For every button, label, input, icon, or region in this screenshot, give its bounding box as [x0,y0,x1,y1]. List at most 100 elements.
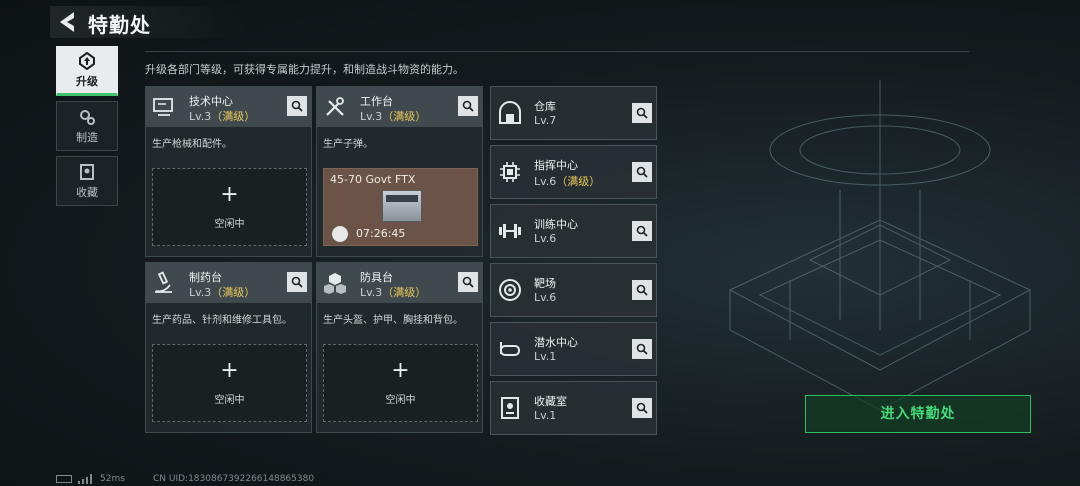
sidebar-item-label: 收藏 [76,185,98,199]
add-icon: + [391,358,410,383]
level-value: Lv.6 [534,175,557,188]
add-icon: + [220,358,239,383]
search-icon [636,402,648,414]
inspect-button[interactable] [632,103,652,123]
sidebar-item-collection[interactable]: 收藏 [56,156,118,206]
ammo-box-image [382,190,422,222]
level-value: Lv.3 [189,286,212,299]
level-value: Lv.3 [360,286,383,299]
department-description: 生产头盔、护甲、胸挂和背包。 [323,315,463,326]
sidebar-item-upgrade[interactable]: 升级 [56,46,118,96]
department-name: 工作台 [360,95,393,108]
max-level-badge: （满级） [556,175,601,188]
department-description: 生产药品、针剂和维修工具包。 [152,315,292,326]
facility-warehouse[interactable]: 仓库 Lv.7 [490,86,657,140]
level-value: Lv.6 [534,291,557,304]
upgrade-icon [79,51,95,70]
enter-hq-button[interactable]: 进入特勤处 [805,395,1031,433]
card-header: 制药台 Lv.3（满级） [146,263,311,303]
department-card-workbench[interactable]: 工作台 Lv.3（满级） 生产子弹。 45-70 Govt FTX 07:26:… [316,86,483,257]
search-icon [291,276,303,288]
max-level-badge: （满级） [382,286,427,299]
sidebar-item-craft[interactable]: 制造 [56,101,118,151]
collection-room-icon [501,397,519,419]
inspect-button[interactable] [632,162,652,182]
department-description: 生产枪械和配件。 [152,139,232,150]
department-card-tech-center[interactable]: 技术中心 Lv.3（满级） 生产枪械和配件。 + 空闲中 [145,86,312,257]
inspect-button[interactable] [632,221,652,241]
user-uid: CN UID:1830867392266148865380 [153,474,315,484]
facility-level: Lv.6（满级） [534,173,600,189]
facility-command-center[interactable]: 指挥中心 Lv.6（满级） [490,145,657,199]
facility-level: Lv.7 [534,114,556,127]
level-value: Lv.3 [189,110,212,123]
level-value: Lv.1 [534,350,557,363]
crafting-item-name: 45-70 Govt FTX [330,173,416,186]
facility-level: Lv.1 [534,409,556,422]
department-level: Lv.3（满级） [360,108,426,124]
armor-cubes-icon [324,273,346,294]
collection-icon [80,163,94,180]
production-slot[interactable]: + 空闲中 [152,344,307,422]
diving-mask-icon [500,342,520,356]
max-level-badge: （满级） [211,286,256,299]
facility-shooting-range[interactable]: 靶场 Lv.6 [490,263,657,317]
crafting-time-remaining: 07:26:45 [356,227,406,240]
level-value: Lv.7 [534,114,557,127]
crafting-slot[interactable]: 45-70 Govt FTX 07:26:45 [323,168,478,246]
computer-icon [153,98,173,116]
level-value: Lv.6 [534,232,557,245]
inspect-button[interactable] [287,96,307,116]
ping-value: 52ms [100,474,125,484]
card-header: 工作台 Lv.3（满级） [317,87,482,127]
inspect-button[interactable] [632,398,652,418]
department-name: 制药台 [189,271,222,284]
production-slot[interactable]: + 空闲中 [152,168,307,246]
page-title: 特勤处 [88,13,151,37]
department-card-armor-bench[interactable]: 防具台 Lv.3（满级） 生产头盔、护甲、胸挂和背包。 + 空闲中 [316,262,483,433]
facility-collection-room[interactable]: 收藏室 Lv.1 [490,381,657,435]
department-name: 技术中心 [189,95,233,108]
timer-icon [332,226,348,242]
card-header: 技术中心 Lv.3（满级） [146,87,311,127]
inspect-button[interactable] [632,339,652,359]
page-description: 升级各部门等级，可获得专属能力提升，和制造战斗物资的能力。 [145,63,464,76]
inspect-button[interactable] [458,96,478,116]
search-icon [636,166,648,178]
department-card-pharmacy[interactable]: 制药台 Lv.3（满级） 生产药品、针剂和维修工具包。 + 空闲中 [145,262,312,433]
microscope-icon [155,271,172,293]
target-icon [499,279,521,301]
inspect-button[interactable] [287,272,307,292]
facility-training-center[interactable]: 训练中心 Lv.6 [490,204,657,258]
battery-icon [56,475,72,483]
department-level: Lv.3（满级） [189,108,255,124]
warehouse-icon [499,101,521,124]
facility-name: 靶场 [534,277,556,290]
tools-icon [326,97,344,116]
top-bar: 特勤处 [0,0,1080,44]
sidebar-item-label: 制造 [76,130,98,144]
facility-level: Lv.6 [534,232,556,245]
search-icon [636,284,648,296]
facility-name: 收藏室 [534,395,567,408]
department-level: Lv.3（满级） [189,284,255,300]
facility-name: 训练中心 [534,218,578,231]
search-icon [291,100,303,112]
card-header: 防具台 Lv.3（满级） [317,263,482,303]
sidebar-item-label: 升级 [76,74,98,88]
facility-diving-center[interactable]: 潜水中心 Lv.1 [490,322,657,376]
add-icon: + [220,182,239,207]
inspect-button[interactable] [458,272,478,292]
slot-status: 空闲中 [214,395,245,406]
facility-name: 指挥中心 [534,159,578,172]
sidebar: 升级 制造 收藏 [56,46,118,211]
facility-name: 潜水中心 [534,336,578,349]
production-slot[interactable]: + 空闲中 [323,344,478,422]
facility-level: Lv.6 [534,291,556,304]
signal-icon [78,474,92,484]
facility-level: Lv.1 [534,350,556,363]
header-divider [145,51,969,52]
inspect-button[interactable] [632,280,652,300]
back-arrow-icon[interactable] [56,10,78,34]
gears-icon [80,109,95,125]
